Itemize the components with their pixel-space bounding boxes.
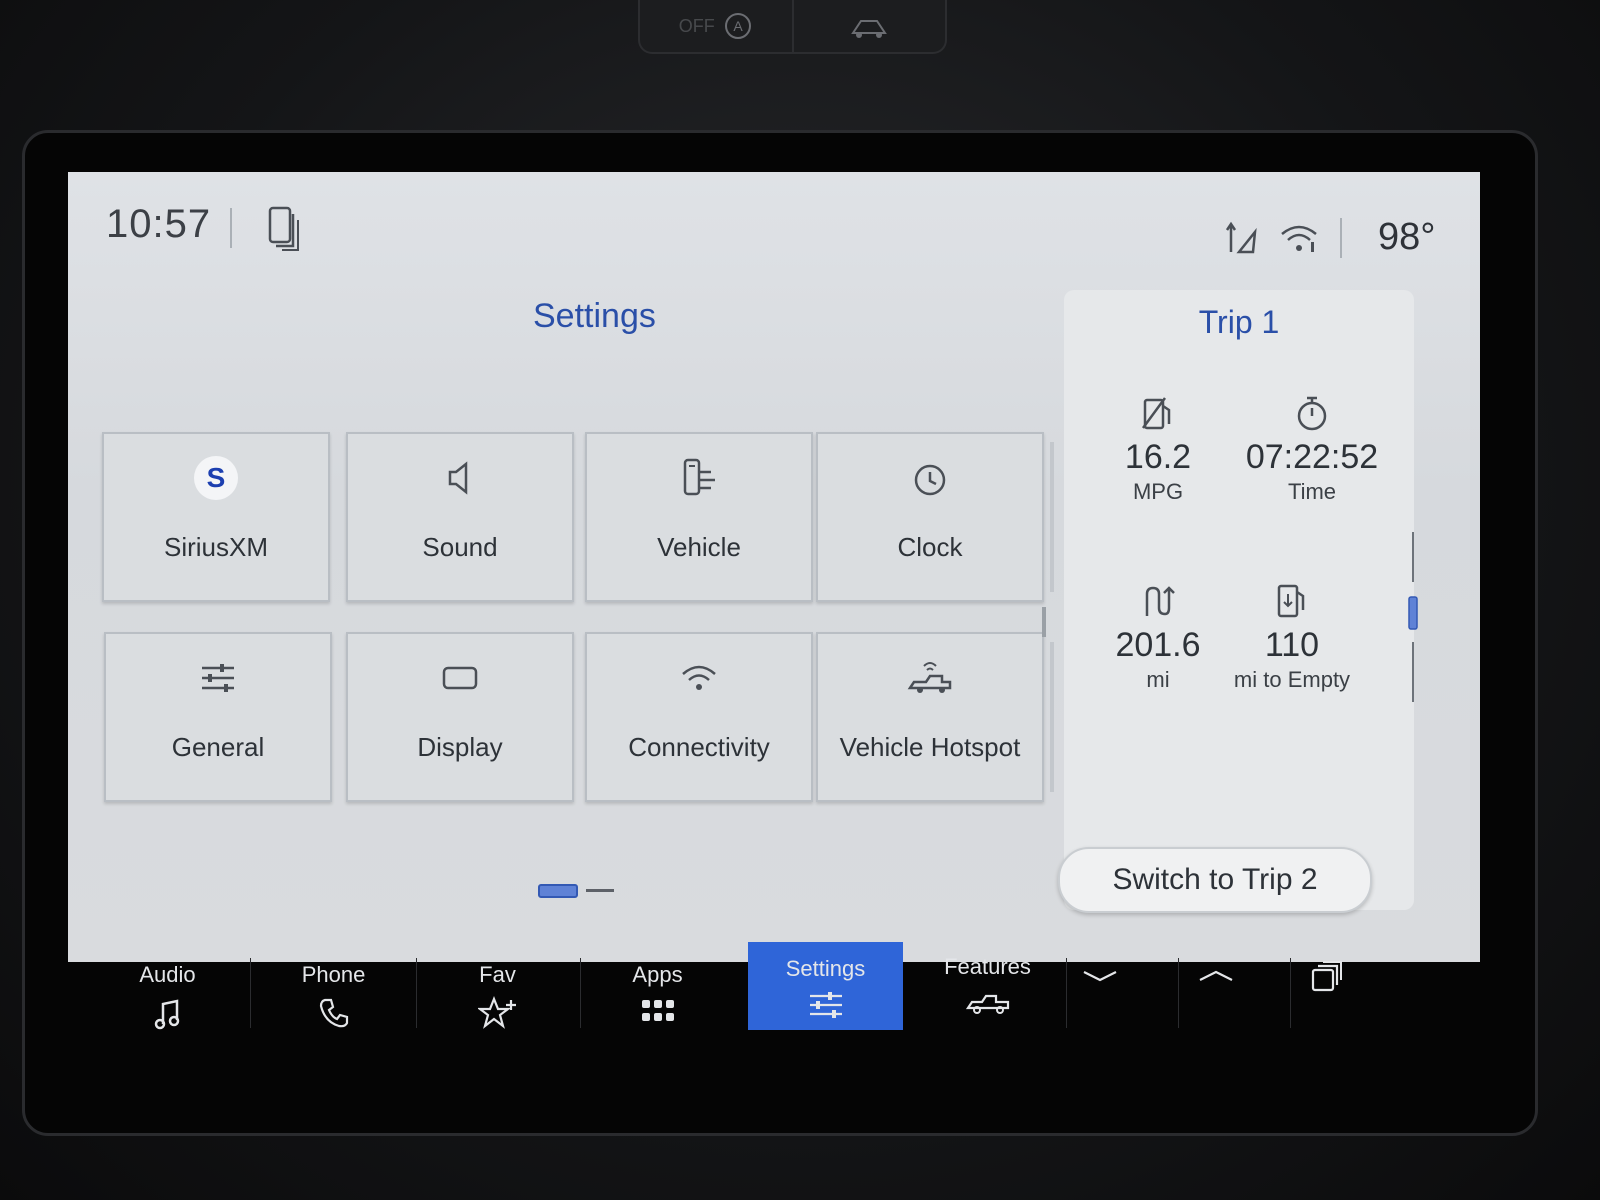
- status-divider-right: [1340, 218, 1342, 258]
- page-dot: [586, 889, 614, 892]
- nav-label: Audio: [139, 962, 196, 987]
- phone-icon: [319, 998, 348, 1028]
- fuel-pump-icon: [1277, 584, 1305, 618]
- parking-assist-button[interactable]: [791, 0, 946, 52]
- status-divider: [230, 208, 232, 248]
- bottom-nav-bar: Audio Phone Fav Apps Settings Features: [90, 942, 1480, 1038]
- vehicle-settings-icon: [683, 458, 715, 496]
- next-tile-edge: [1050, 442, 1054, 592]
- tile-label: Sound: [422, 532, 498, 562]
- nav-label: Phone: [301, 962, 366, 987]
- tile-label: Clock: [897, 532, 963, 562]
- page-title: Settings: [533, 297, 656, 335]
- trip-time-value: 07:22:52: [1245, 438, 1379, 476]
- nav-audio[interactable]: Audio: [90, 948, 245, 1038]
- tile-vehicle-hotspot[interactable]: Vehicle Hotspot: [816, 632, 1044, 802]
- tile-label: SiriusXM: [163, 532, 268, 562]
- trip-range-value: 110: [1264, 626, 1320, 664]
- speaker-icon: [448, 461, 468, 495]
- trip-panel: Trip 1 16.2 MPG 07:22:52 Time 201.6 mi 1…: [1064, 290, 1414, 910]
- tile-clock[interactable]: Clock: [816, 432, 1044, 602]
- trip-mpg-unit: MPG: [1132, 479, 1184, 504]
- truck-icon: [965, 994, 1009, 1014]
- fuel-economy-icon: [1141, 397, 1171, 430]
- nav-label: Fav: [479, 962, 516, 987]
- tile-label: Vehicle: [657, 532, 741, 562]
- siriusxm-icon: S: [194, 456, 238, 500]
- status-bar: 10:57 98°: [68, 172, 1480, 282]
- nav-settings[interactable]: Settings: [748, 942, 903, 1030]
- nav-expand[interactable]: [1166, 948, 1266, 1038]
- nav-label: Apps: [632, 962, 683, 987]
- sliders-icon: [202, 664, 234, 692]
- tile-general[interactable]: General: [104, 632, 332, 802]
- chevron-up-icon: [1199, 970, 1233, 981]
- trip-scrollbar[interactable]: [1408, 532, 1418, 702]
- parking-assist-icon: [851, 20, 888, 38]
- distance-icon: [1145, 586, 1175, 616]
- nav-collapse[interactable]: [1050, 948, 1150, 1038]
- wifi-signal-icon: [1281, 225, 1317, 252]
- nav-fav[interactable]: Fav: [420, 948, 575, 1038]
- status-time: 10:57: [106, 202, 212, 246]
- navigation-signal-icon: [1225, 221, 1257, 254]
- nav-divider: [416, 958, 417, 1028]
- display-icon: [442, 666, 478, 690]
- apps-grid-icon: [641, 1000, 674, 1021]
- trip-stat-mpg: 16.2 MPG: [1078, 392, 1238, 505]
- tile-display[interactable]: Display: [346, 632, 574, 802]
- tile-label: Display: [417, 732, 503, 762]
- infotainment-screen: 10:57 98° Settings S SiriusXM Sound Vehi…: [68, 172, 1480, 962]
- hotspot-truck-icon: [907, 662, 952, 693]
- page-dot-active: [538, 884, 578, 898]
- sliders-icon: [809, 992, 842, 1018]
- dash-buttons: OFF A: [638, 0, 947, 54]
- auto-stop-icon: A: [724, 13, 751, 39]
- svg-text:A: A: [733, 18, 743, 34]
- star-plus-icon: [477, 996, 516, 1029]
- tile-vehicle[interactable]: Vehicle: [585, 432, 813, 602]
- tile-sound[interactable]: Sound: [346, 432, 574, 602]
- svg-text:S: S: [207, 462, 226, 493]
- trip-time-unit: Time: [1287, 479, 1337, 504]
- nav-label: Features: [944, 954, 1031, 979]
- next-tile-edge: [1050, 642, 1054, 792]
- tile-label: Vehicle Hotspot: [839, 732, 1021, 762]
- grid-scroll-indicator: [1042, 607, 1046, 637]
- music-note-icon: [154, 999, 179, 1030]
- nav-divider: [250, 958, 251, 1028]
- tile-label: General: [171, 732, 265, 762]
- chevron-down-icon: [1083, 971, 1117, 982]
- nav-features[interactable]: Features: [910, 940, 1065, 1030]
- trip-stat-time: 07:22:52 Time: [1232, 392, 1392, 505]
- switch-trip-button[interactable]: Switch to Trip 2: [1058, 847, 1372, 913]
- nav-cards[interactable]: [1276, 948, 1376, 1038]
- nav-phone[interactable]: Phone: [256, 948, 411, 1038]
- clock-icon: [914, 464, 946, 496]
- stopwatch-icon: [1297, 396, 1327, 431]
- tile-connectivity[interactable]: Connectivity: [585, 632, 813, 802]
- nav-label: Settings: [785, 956, 866, 981]
- wifi-icon: [682, 665, 716, 690]
- tile-label: Connectivity: [628, 732, 770, 762]
- trip-stat-range: 110 mi to Empty: [1212, 580, 1372, 693]
- trip-title: Trip 1: [1198, 304, 1280, 340]
- tile-siriusxm[interactable]: S SiriusXM: [102, 432, 330, 602]
- nav-apps[interactable]: Apps: [580, 948, 735, 1038]
- trip-mpg-value: 16.2: [1124, 438, 1192, 476]
- dash-left-label: OFF: [678, 15, 715, 36]
- phone-projection-icon[interactable]: [268, 206, 302, 252]
- cards-stack-icon: [1311, 961, 1342, 992]
- trip-range-unit: mi to Empty: [1233, 667, 1351, 692]
- auto-start-stop-button[interactable]: OFF A: [640, 0, 792, 52]
- outside-temperature: 98°: [1378, 216, 1436, 258]
